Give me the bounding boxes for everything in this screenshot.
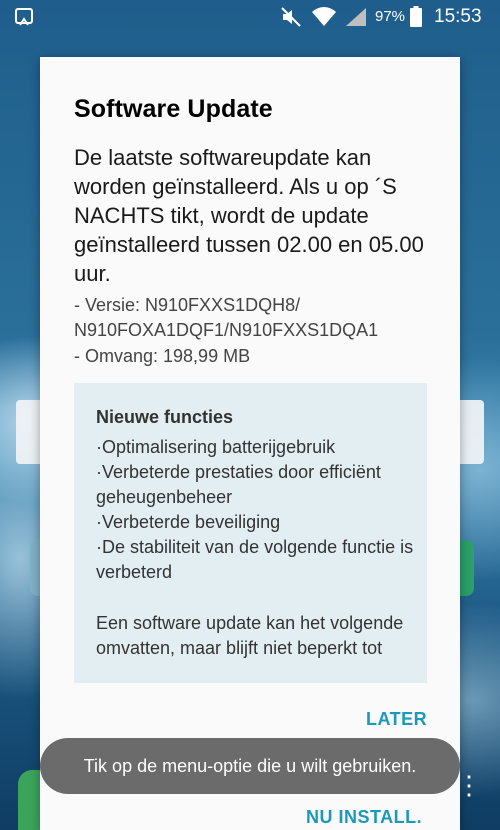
dialog-title: Software Update [74, 95, 273, 123]
release-notes-list: ·Optimalisering batterijgebruik ·Verbete… [96, 435, 416, 585]
battery-percentage: 97% [375, 8, 406, 25]
screenshot-icon [15, 8, 33, 26]
release-note-item: ·Optimalisering batterijgebruik [96, 437, 336, 457]
release-notes-heading: Nieuwe functies [96, 407, 234, 427]
release-note-item: ·De stabiliteit van de volgende functie … [96, 537, 414, 582]
home-widget-edge-left [16, 400, 42, 464]
mute-icon [281, 7, 301, 27]
toast-message: Tik op de menu-optie die u wilt gebruike… [40, 738, 460, 794]
later-button[interactable]: LATER [366, 709, 427, 730]
release-note-item: ·Verbeterde beveiliging [96, 512, 281, 532]
signal-icon [346, 8, 366, 26]
dialog-message: De laatste softwareupdate kan worden geï… [74, 145, 424, 286]
release-note-item: ·Verbeterde prestaties door efficiënt ge… [96, 462, 381, 507]
battery-icon [410, 6, 422, 27]
status-bar: 97% 15:53 [0, 0, 500, 34]
home-widget-edge-right [458, 400, 484, 464]
status-time: 15:53 [434, 6, 482, 27]
install-now-button[interactable]: NU INSTALL. [306, 807, 422, 828]
version-detail: - Versie: N910FXXS1DQH8/ N910FOXA1DQF1/N… [74, 295, 379, 340]
wifi-icon [312, 7, 336, 26]
release-notes-footer: Een software update kan het volgende omv… [96, 613, 404, 658]
size-detail: - Omvang: 198,99 MB [74, 346, 251, 366]
software-update-dialog: Software Update De laatste softwareupdat… [40, 57, 460, 830]
home-app-icon-edge-right [458, 540, 474, 596]
release-notes-panel[interactable]: Nieuwe functies ·Optimalisering batterij… [74, 383, 427, 683]
